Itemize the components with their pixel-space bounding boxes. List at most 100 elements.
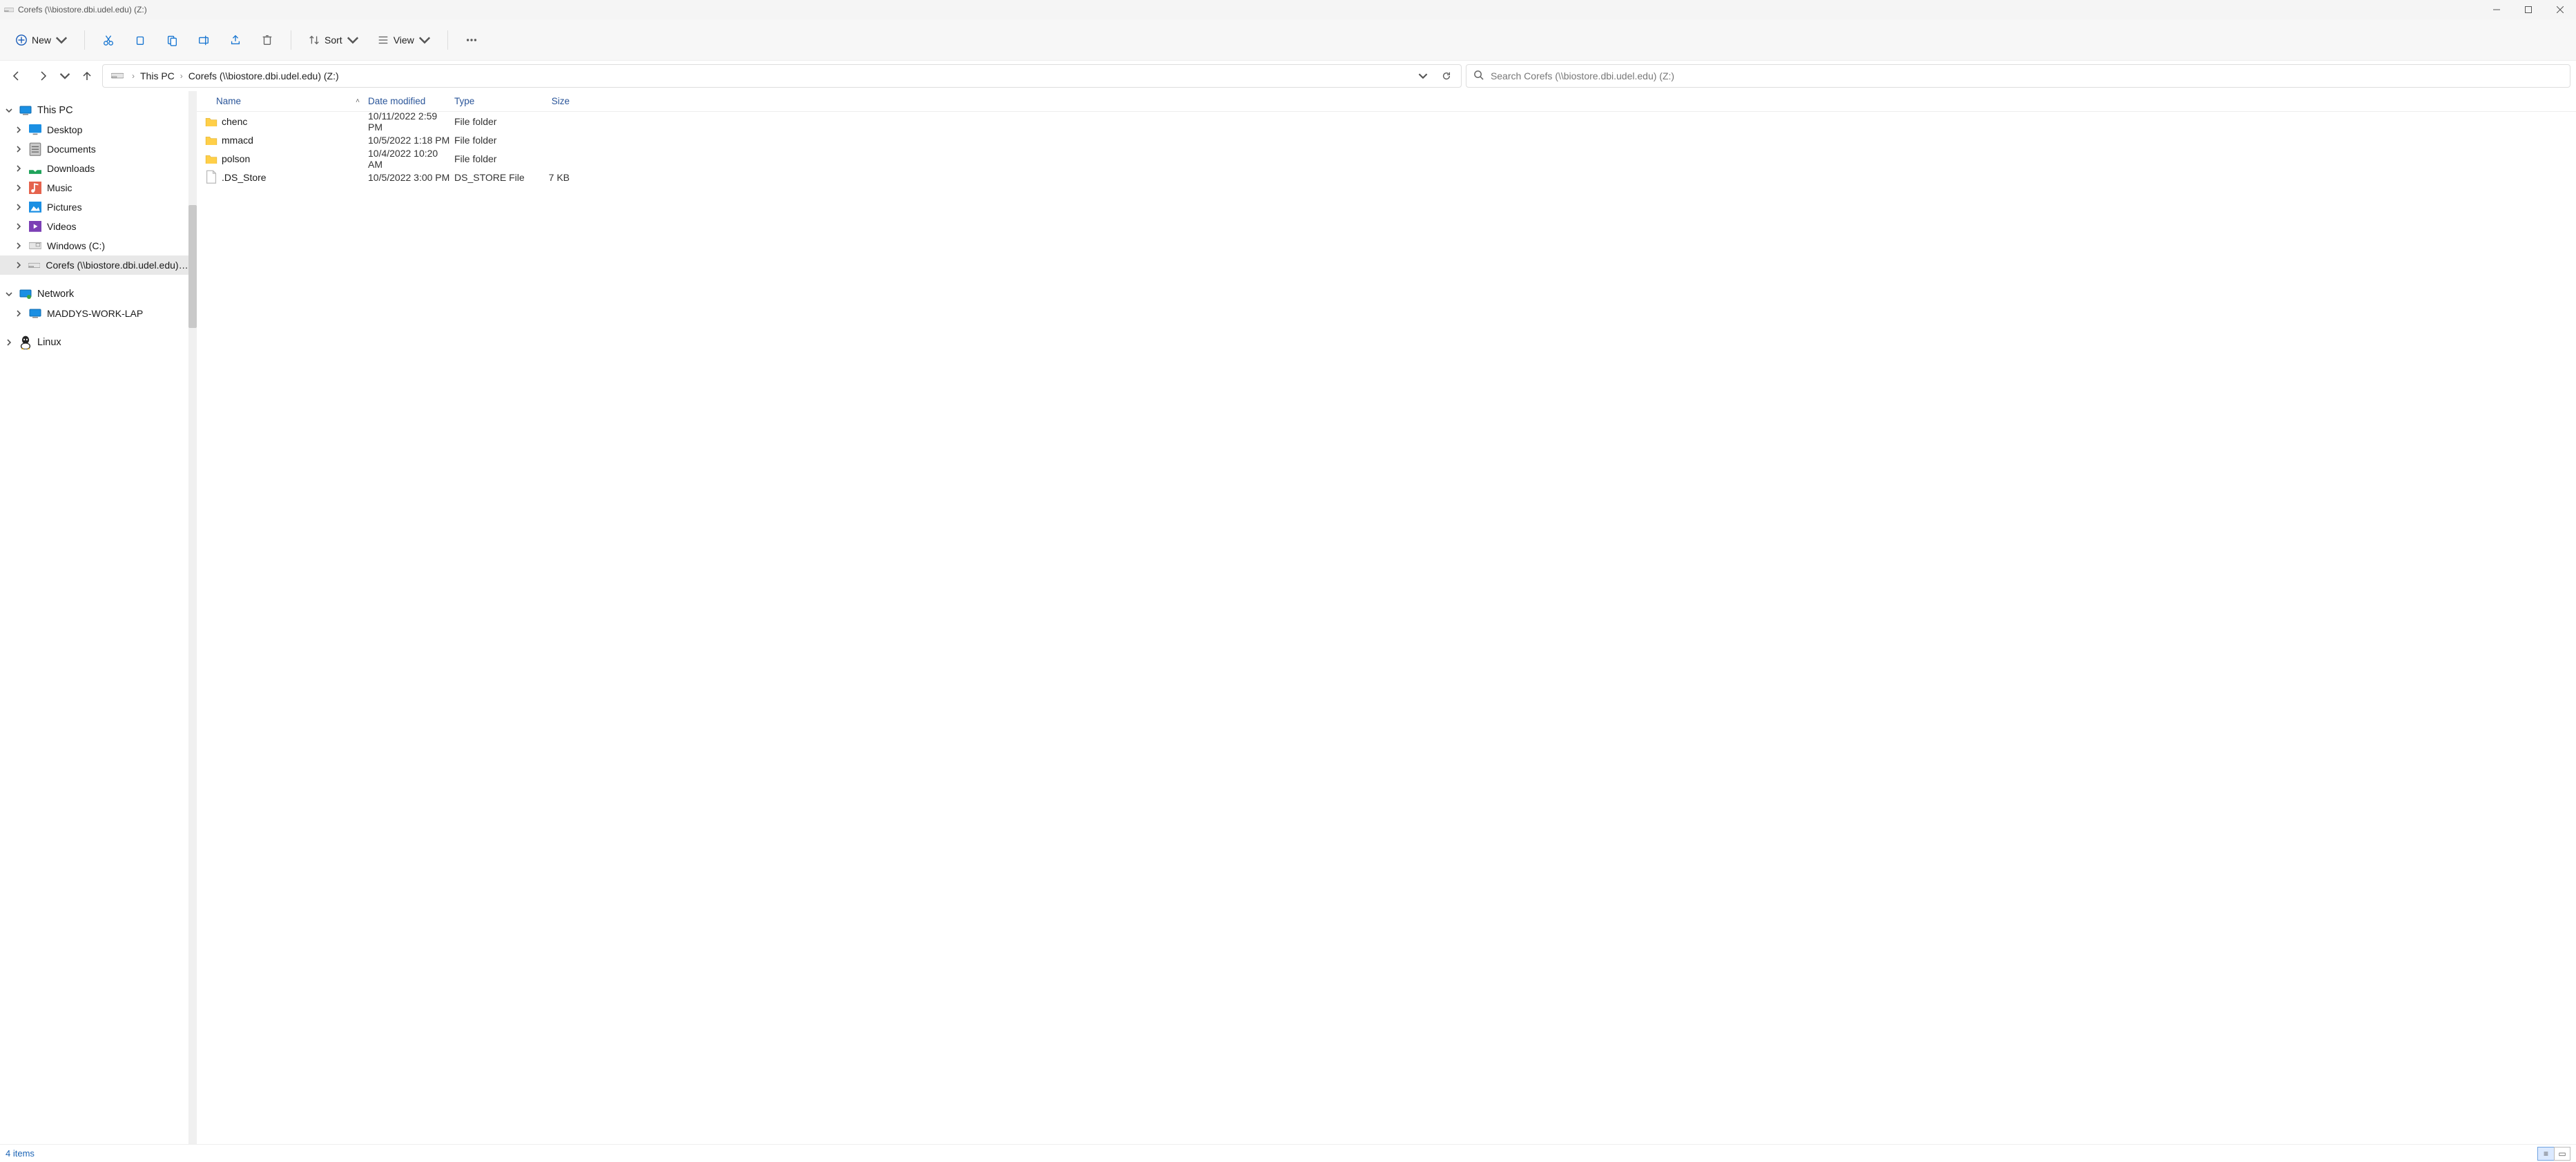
chevron-right-icon[interactable] — [14, 183, 23, 193]
back-button[interactable] — [6, 65, 28, 87]
tree-label: Linux — [37, 337, 61, 348]
drive-icon — [4, 6, 14, 13]
more-button[interactable] — [458, 28, 485, 52]
tree-label: Pictures — [47, 202, 82, 213]
view-button[interactable]: View — [370, 28, 438, 52]
chevron-right-icon[interactable] — [14, 260, 23, 270]
network-icon — [19, 288, 32, 300]
linux-icon — [19, 336, 32, 349]
tree-desktop[interactable]: Desktop — [0, 120, 188, 139]
file-row[interactable]: polson10/4/2022 10:20 AMFile folder — [197, 149, 2576, 168]
toolbar: New Sort View — [0, 19, 2576, 61]
tree-label: Downloads — [47, 163, 95, 174]
tree-pictures[interactable]: Pictures — [0, 197, 188, 217]
minimize-button[interactable] — [2481, 0, 2512, 19]
column-name[interactable]: Name ˄ — [216, 96, 368, 106]
tree-windows-c[interactable]: Windows (C:) — [0, 236, 188, 255]
close-button[interactable] — [2544, 0, 2576, 19]
music-icon — [29, 182, 41, 194]
chevron-right-icon[interactable] — [14, 164, 23, 173]
chevron-right-icon[interactable] — [14, 125, 23, 135]
rename-button[interactable] — [190, 28, 217, 52]
tree-corefs-z[interactable]: Corefs (\\biostore.dbi.udel.edu) (Z:) — [0, 255, 188, 275]
tree-label: Windows (C:) — [47, 240, 105, 251]
column-size-label: Size — [552, 96, 570, 106]
nav-row: › This PC › Corefs (\\biostore.dbi.udel.… — [0, 61, 2576, 91]
chevron-right-icon[interactable] — [14, 202, 23, 212]
column-type-label: Type — [454, 96, 474, 106]
file-list-pane: Name ˄ Date modified Type Size chenc10/1… — [197, 91, 2576, 1144]
chevron-down-icon[interactable] — [4, 106, 14, 115]
new-button[interactable]: New — [8, 28, 75, 52]
tree-documents[interactable]: Documents — [0, 139, 188, 159]
sidebar-scrollbar[interactable] — [188, 91, 197, 1144]
thumbnails-view-button[interactable]: ▭ — [2554, 1147, 2570, 1161]
tree-label: Desktop — [47, 124, 82, 135]
pc-icon — [19, 104, 32, 117]
file-row[interactable]: mmacd10/5/2022 1:18 PMFile folder — [197, 130, 2576, 149]
nav-tree: This PC Desktop Documents Downloads — [0, 91, 188, 1144]
tree-label: This PC — [37, 105, 73, 116]
paste-button[interactable] — [158, 28, 186, 52]
copy-button[interactable] — [126, 28, 154, 52]
sort-indicator-icon: ˄ — [356, 97, 360, 105]
breadcrumb-current[interactable]: Corefs (\\biostore.dbi.udel.edu) (Z:) — [188, 70, 339, 81]
chevron-right-icon[interactable] — [14, 241, 23, 251]
tree-music[interactable]: Music — [0, 178, 188, 197]
address-bar[interactable]: › This PC › Corefs (\\biostore.dbi.udel.… — [102, 64, 1462, 88]
tree-downloads[interactable]: Downloads — [0, 159, 188, 178]
chevron-right-icon: › — [132, 71, 135, 81]
column-size[interactable]: Size — [527, 96, 575, 106]
sort-button[interactable]: Sort — [301, 28, 366, 52]
tree-label: Videos — [47, 221, 77, 232]
recent-locations-button[interactable] — [58, 65, 72, 87]
address-dropdown-button[interactable] — [1414, 71, 1432, 81]
tree-network-computer[interactable]: MADDYS-WORK-LAP — [0, 304, 188, 323]
file-date: 10/11/2022 2:59 PM — [368, 112, 454, 133]
file-size: 7 KB — [527, 172, 575, 183]
chevron-right-icon: › — [180, 71, 183, 81]
column-type[interactable]: Type — [454, 96, 527, 106]
share-button[interactable] — [222, 28, 249, 52]
forward-button[interactable] — [32, 65, 54, 87]
up-button[interactable] — [76, 65, 98, 87]
chevron-right-icon[interactable] — [14, 222, 23, 231]
pc-icon — [29, 307, 41, 320]
delete-button[interactable] — [253, 28, 281, 52]
file-name: chenc — [222, 116, 368, 127]
search-icon — [1473, 70, 1484, 82]
column-name-label: Name — [216, 96, 241, 106]
tree-network[interactable]: Network — [0, 284, 188, 304]
drive-icon — [111, 70, 124, 82]
tree-this-pc[interactable]: This PC — [0, 101, 188, 120]
chevron-down-icon[interactable] — [4, 289, 14, 299]
tree-videos[interactable]: Videos — [0, 217, 188, 236]
chevron-right-icon[interactable] — [14, 144, 23, 154]
view-button-label: View — [394, 35, 414, 46]
file-type: File folder — [454, 153, 527, 164]
scrollbar-thumb[interactable] — [188, 205, 197, 328]
chevron-right-icon[interactable] — [4, 338, 14, 347]
column-date[interactable]: Date modified — [368, 96, 454, 106]
file-row[interactable]: .DS_Store10/5/2022 3:00 PMDS_STORE File7… — [197, 168, 2576, 186]
refresh-button[interactable] — [1437, 71, 1455, 81]
search-input[interactable] — [1491, 70, 2563, 81]
tree-linux[interactable]: Linux — [0, 333, 188, 352]
cut-button[interactable] — [95, 28, 122, 52]
maximize-button[interactable] — [2512, 0, 2544, 19]
search-box[interactable] — [1466, 64, 2570, 88]
folder-icon — [205, 134, 217, 146]
tree-label: MADDYS-WORK-LAP — [47, 308, 143, 319]
new-button-label: New — [32, 35, 51, 46]
file-row[interactable]: chenc10/11/2022 2:59 PMFile folder — [197, 112, 2576, 130]
videos-icon — [29, 220, 41, 233]
pictures-icon — [29, 201, 41, 213]
breadcrumb-this-pc[interactable]: This PC — [140, 70, 175, 81]
details-view-button[interactable]: ≡ — [2537, 1147, 2554, 1161]
title-bar: Corefs (\\biostore.dbi.udel.edu) (Z:) — [0, 0, 2576, 19]
file-date: 10/5/2022 1:18 PM — [368, 135, 454, 146]
separator — [84, 30, 85, 50]
chevron-right-icon[interactable] — [14, 309, 23, 318]
file-name: mmacd — [222, 135, 368, 146]
folder-icon — [205, 153, 217, 165]
